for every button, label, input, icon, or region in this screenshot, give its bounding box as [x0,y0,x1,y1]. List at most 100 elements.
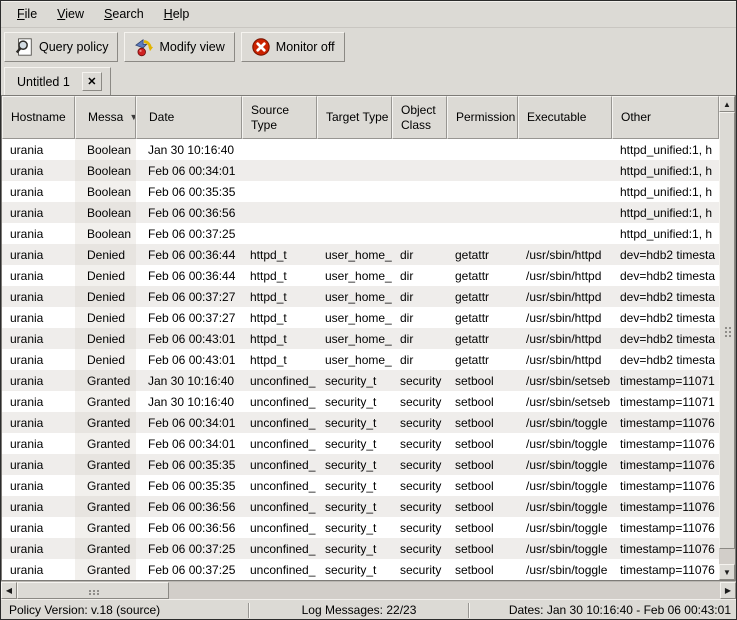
cell-object-class: security [392,391,447,412]
scroll-down-button[interactable]: ▼ [719,564,735,580]
column-header-executable[interactable]: Executable [518,96,612,139]
table-row[interactable]: uraniaDeniedFeb 06 00:36:44httpd_tuser_h… [2,244,719,265]
thumb-grip [93,590,95,592]
table-row[interactable]: uraniaGrantedFeb 06 00:37:25unconfined_s… [2,559,719,580]
horizontal-scrollbar-thumb[interactable] [17,582,169,599]
table-row[interactable]: uraniaDeniedFeb 06 00:37:27httpd_tuser_h… [2,286,719,307]
tab-bar: Untitled 1 ✕ [1,65,736,95]
cell-other: timestamp=11076 [612,475,719,496]
cell-date: Feb 06 00:37:25 [136,559,242,580]
table-row[interactable]: uraniaDeniedFeb 06 00:43:01httpd_tuser_h… [2,349,719,370]
cell-object-class [392,139,447,160]
table-row[interactable]: uraniaGrantedFeb 06 00:34:01unconfined_s… [2,412,719,433]
table-row[interactable]: uraniaGrantedFeb 06 00:35:35unconfined_s… [2,475,719,496]
column-header-message[interactable]: Messa▼ [75,96,136,139]
cell-source-type: unconfined_ [242,391,317,412]
table-row[interactable]: uraniaGrantedFeb 06 00:34:01unconfined_s… [2,433,719,454]
column-header-permission[interactable]: Permission [447,96,518,139]
column-header-other[interactable]: Other [612,96,719,139]
table-row[interactable]: uraniaBooleanJan 30 10:16:40httpd_unifie… [2,139,719,160]
scroll-up-button[interactable]: ▲ [719,96,735,112]
menu-help[interactable]: Help [154,4,200,24]
table-row[interactable]: uraniaBooleanFeb 06 00:34:01httpd_unifie… [2,160,719,181]
scroll-right-button[interactable]: ▶ [720,582,736,599]
cell-source-type: unconfined_ [242,475,317,496]
column-header-source-type[interactable]: Source Type [242,96,317,139]
horizontal-scrollbar[interactable]: ◀ ▶ [1,581,736,599]
table-row[interactable]: uraniaGrantedFeb 06 00:35:35unconfined_s… [2,454,719,475]
table-row[interactable]: uraniaGrantedFeb 06 00:36:56unconfined_s… [2,517,719,538]
left-arrow-icon: ◀ [6,586,12,595]
cell-object-class: security [392,454,447,475]
cell-other: dev=hdb2 timesta [612,349,719,370]
cell-target-type: user_home_ [317,328,392,349]
tab-untitled-1[interactable]: Untitled 1 ✕ [4,67,111,95]
monitor-off-button[interactable]: Monitor off [241,32,345,62]
cell-permission [447,202,518,223]
cell-date: Feb 06 00:36:56 [136,517,242,538]
scroll-left-button[interactable]: ◀ [1,582,17,599]
cell-other: timestamp=11071 [612,370,719,391]
table-row[interactable]: uraniaDeniedFeb 06 00:37:27httpd_tuser_h… [2,307,719,328]
tab-close-button[interactable]: ✕ [82,72,102,91]
cell-object-class: security [392,517,447,538]
cell-source-type: unconfined_ [242,496,317,517]
column-header-hostname[interactable]: Hostname [2,96,75,139]
modify-view-button[interactable]: Modify view [124,32,234,62]
close-icon: ✕ [87,75,96,88]
vertical-scrollbar-thumb[interactable] [719,112,735,549]
cell-date: Feb 06 00:43:01 [136,349,242,370]
cell-executable [518,160,612,181]
seaudit-window: File View Search Help Query policy [0,0,737,620]
table-row[interactable]: uraniaGrantedJan 30 10:16:40unconfined_s… [2,391,719,412]
table-row[interactable]: uraniaBooleanFeb 06 00:37:25httpd_unifie… [2,223,719,244]
table-row[interactable]: uraniaGrantedFeb 06 00:37:25unconfined_s… [2,538,719,559]
column-header-target-type[interactable]: Target Type [317,96,392,139]
cell-message: Granted [75,454,136,475]
cell-source-type: unconfined_ [242,454,317,475]
menu-search[interactable]: Search [94,4,154,24]
cell-source-type: unconfined_ [242,433,317,454]
cell-executable: /usr/sbin/httpd [518,286,612,307]
menu-view[interactable]: View [47,4,94,24]
table-row[interactable]: uraniaDeniedFeb 06 00:36:44httpd_tuser_h… [2,265,719,286]
cell-permission [447,181,518,202]
cell-other: httpd_unified:1, h [612,160,719,181]
cell-hostname: urania [2,475,75,496]
cell-message: Granted [75,433,136,454]
cell-hostname: urania [2,181,75,202]
cell-source-type [242,181,317,202]
cell-message: Granted [75,538,136,559]
query-policy-button[interactable]: Query policy [4,32,118,62]
cell-target-type: security_t [317,475,392,496]
vertical-scrollbar[interactable]: ▲ ▼ [719,96,735,580]
cell-hostname: urania [2,223,75,244]
cell-hostname: urania [2,328,75,349]
cell-target-type: user_home_ [317,286,392,307]
table-row[interactable]: uraniaBooleanFeb 06 00:36:56httpd_unifie… [2,202,719,223]
cell-permission: setbool [447,454,518,475]
table-row[interactable]: uraniaDeniedFeb 06 00:43:01httpd_tuser_h… [2,328,719,349]
cell-other: dev=hdb2 timesta [612,265,719,286]
table-row[interactable]: uraniaGrantedFeb 06 00:36:56unconfined_s… [2,496,719,517]
cell-date: Feb 06 00:37:25 [136,223,242,244]
cell-hostname: urania [2,160,75,181]
cell-object-class: security [392,412,447,433]
cell-message: Granted [75,475,136,496]
cell-target-type: user_home_ [317,307,392,328]
cell-executable: /usr/sbin/httpd [518,349,612,370]
column-header-object-class[interactable]: Object Class [392,96,447,139]
cell-target-type [317,202,392,223]
menu-file[interactable]: File [7,4,47,24]
cell-permission: setbool [447,433,518,454]
horizontal-scrollbar-trough[interactable] [169,582,720,599]
cell-hostname: urania [2,307,75,328]
cell-target-type: security_t [317,559,392,580]
table-row[interactable]: uraniaGrantedJan 30 10:16:40unconfined_s… [2,370,719,391]
vertical-scrollbar-trough[interactable] [719,549,735,564]
cell-date: Feb 06 00:34:01 [136,412,242,433]
cell-date: Feb 06 00:36:56 [136,496,242,517]
column-header-date[interactable]: Date [136,96,242,139]
table-row[interactable]: uraniaBooleanFeb 06 00:35:35httpd_unifie… [2,181,719,202]
statusbar: Policy Version: v.18 (source) Log Messag… [1,599,736,620]
